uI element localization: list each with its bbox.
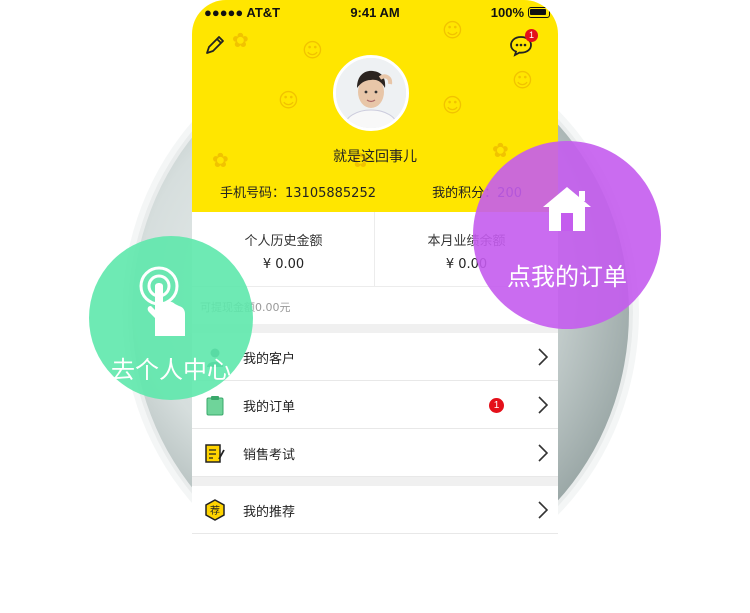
tap-gesture-icon <box>139 266 185 336</box>
doodle-icon: ☺ <box>278 88 299 112</box>
status-bar: ●●●●● AT&T 9:41 AM 100% <box>192 0 558 24</box>
username: 就是这回事儿 <box>333 149 417 165</box>
avatar[interactable] <box>333 55 409 131</box>
edit-icon[interactable] <box>204 34 226 56</box>
exam-icon <box>205 444 225 463</box>
chevron-right-icon <box>538 444 548 462</box>
order-badge: 1 <box>489 398 504 413</box>
stat-label: 个人历史金额 <box>244 234 323 249</box>
battery-icon <box>528 7 550 18</box>
menu-item-orders[interactable]: 我的订单 1 <box>192 381 558 429</box>
menu-label: 我的订单 <box>243 400 296 415</box>
doodle-icon: ☺ <box>512 68 533 92</box>
doodle-icon: ☺ <box>442 93 463 117</box>
promo-stage: ✿ ☺ ✿ ☺ ☺ ✿ ☺ ✿ ☺ ●●●●● AT&T 9:41 AM 100… <box>0 0 750 613</box>
doodle-icon: ✿ <box>232 28 249 52</box>
doodle-icon: ☺ <box>302 38 323 62</box>
menu-label: 销售考试 <box>243 448 296 463</box>
phone-number: 13105885252 <box>285 186 376 201</box>
personal-center-callout-bubble[interactable]: 去个人中心 <box>89 236 253 400</box>
menu-item-sales-exam[interactable]: 销售考试 <box>192 429 558 477</box>
avatar-portrait-icon <box>336 58 406 128</box>
phone-label: 手机号码： <box>220 186 286 201</box>
recommend-icon: 荐 <box>205 499 225 521</box>
order-icon <box>206 396 224 416</box>
chevron-right-icon <box>538 348 548 366</box>
section-divider <box>192 477 558 486</box>
chevron-right-icon <box>538 396 548 414</box>
message-badge: 1 <box>525 29 538 42</box>
orders-callout-label: 点我的订单 <box>507 263 627 291</box>
battery-percent: 100% <box>490 5 524 20</box>
orders-callout-bubble[interactable]: 点我的订单 <box>473 141 661 329</box>
personal-center-callout-label: 去个人中心 <box>111 356 231 384</box>
phone-number-row: 手机号码：13105885252 <box>220 182 376 201</box>
home-icon <box>543 187 591 231</box>
svg-text:荐: 荐 <box>210 505 220 517</box>
menu-label: 我的推荐 <box>243 505 296 520</box>
menu-item-recommend[interactable]: 荐 我的推荐 <box>192 486 558 534</box>
chevron-right-icon <box>538 501 548 519</box>
